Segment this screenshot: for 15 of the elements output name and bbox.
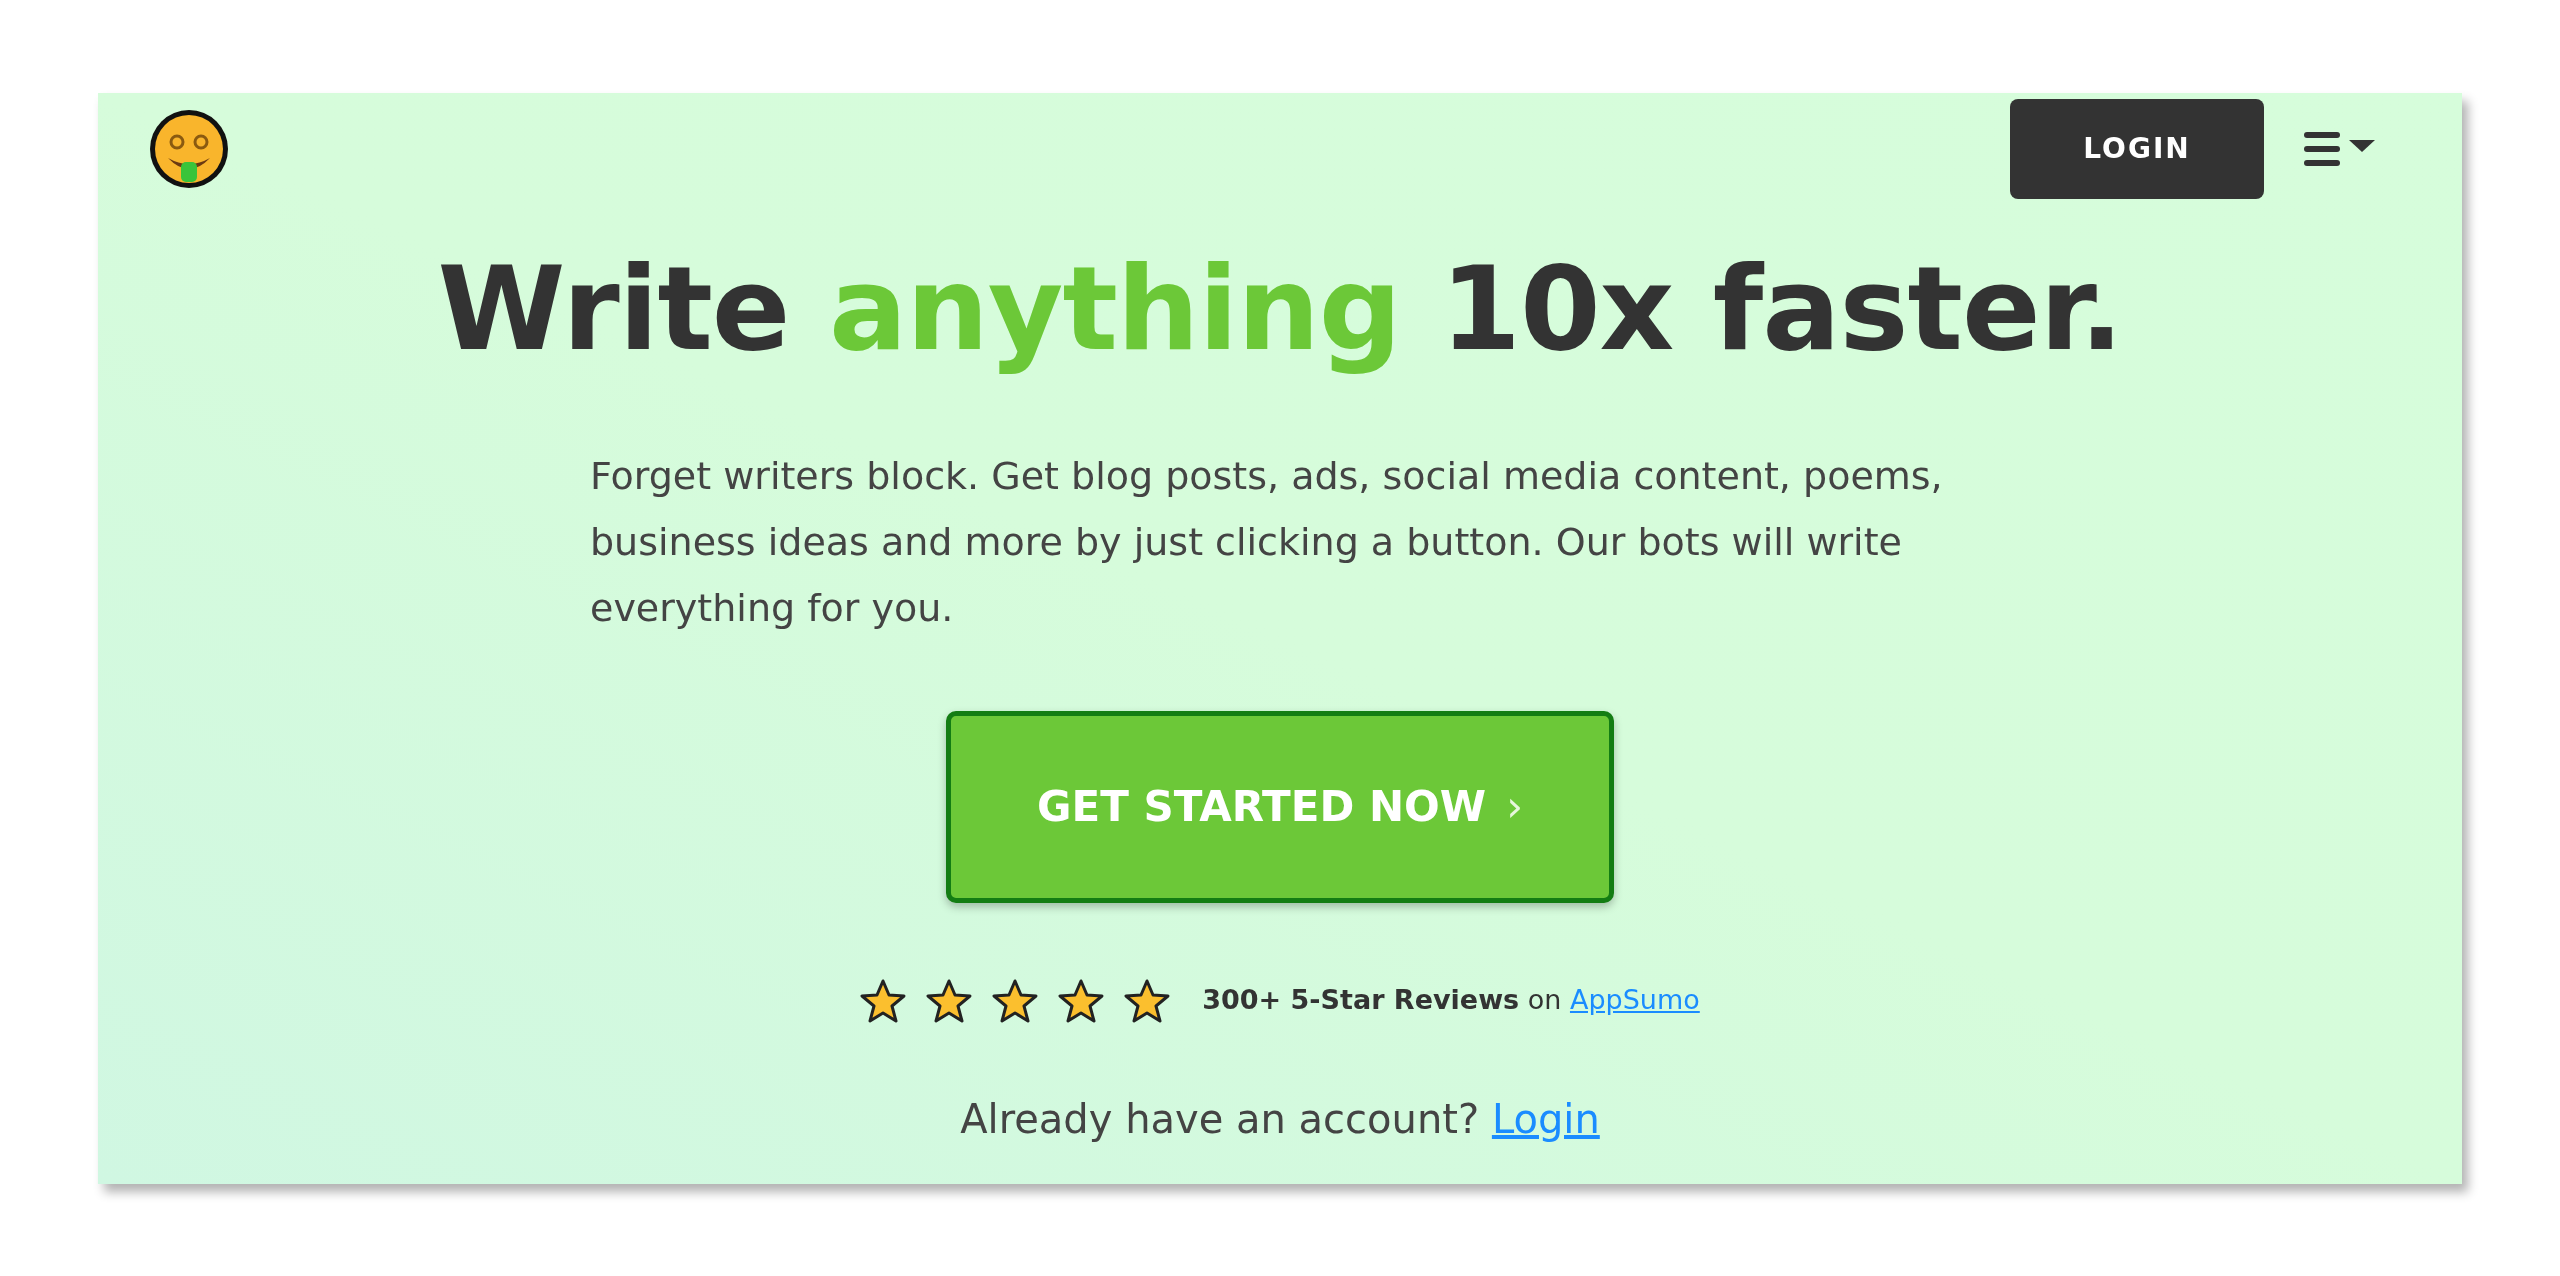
login-link[interactable]: Login xyxy=(1491,1095,1600,1142)
star-icon xyxy=(1058,978,1105,1023)
money-face-icon[interactable] xyxy=(148,108,230,190)
menu-icon[interactable] xyxy=(2304,132,2376,166)
star-icon xyxy=(926,978,973,1023)
reviews-text: 300+ 5-Star Reviews on AppSumo xyxy=(1202,983,1700,1018)
star-icon xyxy=(992,978,1039,1023)
star-icon xyxy=(860,978,907,1023)
description-text: Forget writers block. Get blog posts, ads, social media content, poems, business ideas and more by just clicking a button. Our bots will write everything for you. xyxy=(590,452,1944,632)
appsumo-link[interactable]: AppSumo xyxy=(1569,984,1700,1016)
get-started-button[interactable]: GET STARTED NOW › xyxy=(946,710,1614,903)
headline: Write anything 10x faster. xyxy=(437,245,2123,373)
account-prompt-text: Already have an account? Login xyxy=(960,1094,1600,1144)
star-icon xyxy=(1124,978,1171,1023)
login-button[interactable]: LOGIN xyxy=(2010,99,2264,199)
